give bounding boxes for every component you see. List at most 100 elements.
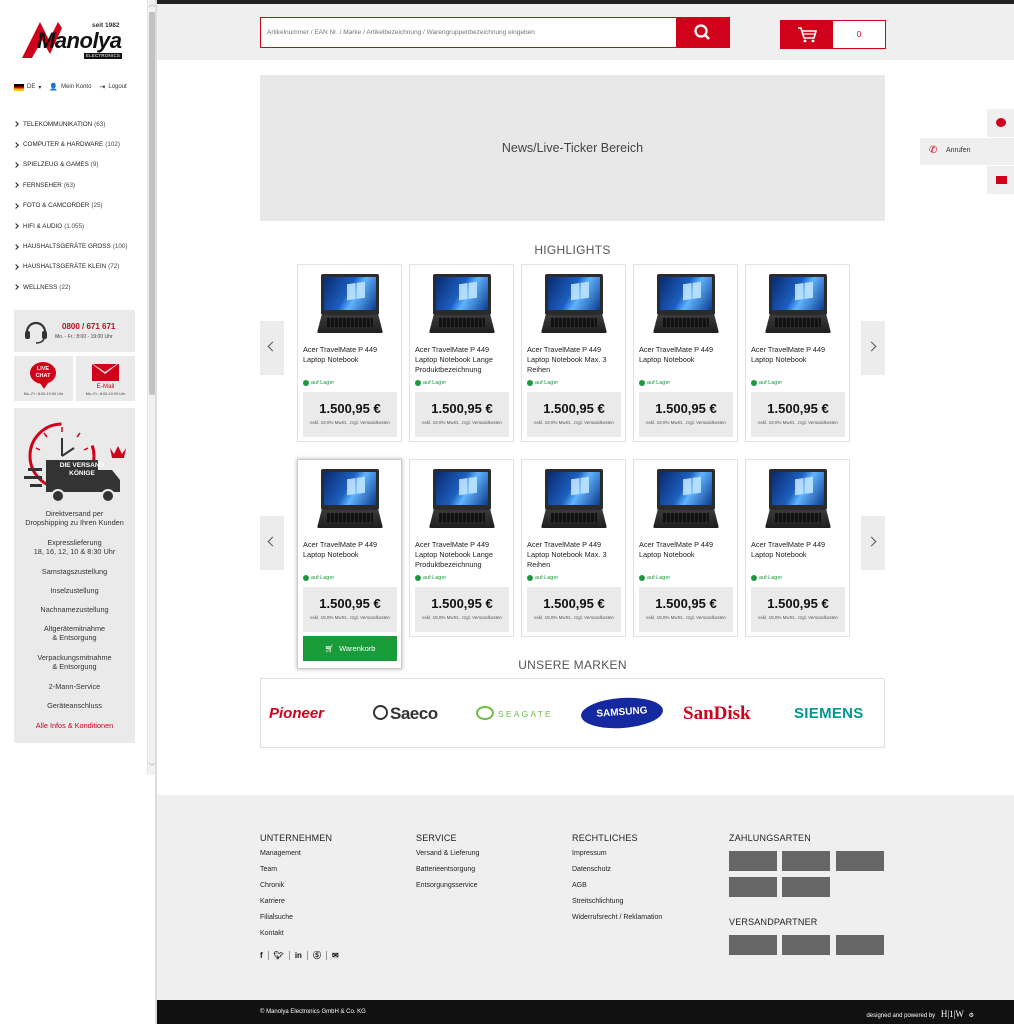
brand-logo-seagate[interactable]: SEAGATE (476, 703, 553, 725)
brand-logo-siemens[interactable]: SIEMENS (794, 703, 864, 725)
versand-line: Verpackungsmitnahme (37, 653, 112, 662)
user-icon: 👤 (49, 84, 59, 91)
footer-link-kontakt[interactable]: Kontakt (260, 930, 284, 937)
nav-item-wellness[interactable]: WELLNESS (22) (13, 277, 144, 297)
brand-logo-samsung[interactable]: SAMSUNG (580, 695, 664, 731)
livechat-button[interactable]: LIVE CHAT Mo.-Fr.: 8:00-19:00 Uhr (14, 356, 73, 401)
nav-item-count: (22) (59, 283, 71, 291)
product-title[interactable]: Acer TravelMate P 449 Laptop Notebook Ma… (527, 540, 623, 569)
brand-logo-saeco[interactable]: Saeco (373, 703, 438, 725)
footer-link-karriere[interactable]: Karriere (260, 898, 285, 905)
laptop-image[interactable] (765, 469, 831, 531)
carousel-prev-button[interactable] (260, 321, 284, 375)
product-card[interactable]: Acer TravelMate P 449 Laptop Notebook auf… (745, 264, 850, 442)
footer-link-streitschlichtung[interactable]: Streitschlichtung (572, 898, 623, 905)
product-card[interactable]: Acer TravelMate P 449 Laptop Notebook La… (409, 264, 514, 442)
product-title[interactable]: Acer TravelMate P 449 Laptop Notebook Ma… (527, 345, 623, 374)
carousel-prev-button[interactable] (260, 516, 284, 570)
my-account-link[interactable]: Mein Konto (61, 84, 91, 90)
nav-item-haushaltsgeraete-gross[interactable]: HAUSHALTSGERÄTE GROSS (100) (13, 236, 144, 256)
search-button[interactable] (676, 18, 729, 47)
floating-mail-button[interactable] (987, 166, 1014, 194)
product-title[interactable]: Acer TravelMate P 449 Laptop Notebook (303, 345, 399, 365)
chevron-down-icon[interactable]: ▾ (38, 84, 41, 91)
search-input[interactable] (261, 18, 676, 47)
laptop-image[interactable] (317, 274, 383, 336)
laptop-image[interactable] (653, 469, 719, 531)
laptop-image[interactable] (429, 469, 495, 531)
footer-heading: VERSANDPARTNER (729, 917, 818, 927)
product-title[interactable]: Acer TravelMate P 449 Laptop Notebook (751, 345, 847, 365)
product-card[interactable]: Acer TravelMate P 449 Laptop Notebook auf… (633, 459, 738, 637)
logout-link[interactable]: Logout (108, 84, 126, 90)
laptop-image[interactable] (541, 274, 607, 336)
product-title[interactable]: Acer TravelMate P 449 Laptop Notebook (751, 540, 847, 560)
email-button[interactable]: E-Mail Mo.-Fr.: 8:00-19:00 Uhr (76, 356, 135, 401)
footer-link-versand[interactable]: Versand & Lieferung (416, 850, 479, 857)
brand-logo-pioneer[interactable]: Pioneer (269, 703, 324, 725)
footer-link-batterie[interactable]: Batterieentsorgung (416, 866, 475, 873)
carousel-next-button[interactable] (861, 516, 885, 570)
product-title[interactable]: Acer TravelMate P 449 Laptop Notebook (639, 540, 735, 560)
laptop-image[interactable] (541, 469, 607, 531)
footer-link-agb[interactable]: AGB (572, 882, 587, 889)
laptop-image[interactable] (429, 274, 495, 336)
footer-link-team[interactable]: Team (260, 866, 277, 873)
nav-item-fernseher[interactable]: FERNSEHER (63) (13, 175, 144, 195)
chevron-right-icon (13, 202, 19, 209)
nav-item-spielzeug-games[interactable]: SPIELZEUG & GAMES (9) (13, 155, 144, 175)
footer-link-datenschutz[interactable]: Datenschutz (572, 866, 611, 873)
windows-logo-icon (347, 281, 365, 301)
nav-item-telekommunikation[interactable]: TELEKOMMUNIKATION (63) (13, 114, 144, 134)
footer-link-impressum[interactable]: Impressum (572, 850, 607, 857)
footer-link-management[interactable]: Management (260, 850, 301, 857)
skype-icon[interactable]: Ⓢ (308, 951, 327, 960)
versand-info-link[interactable]: Alle Infos & Konditionen (14, 721, 135, 730)
envelope-icon (92, 364, 119, 381)
product-title[interactable]: Acer TravelMate P 449 Laptop Notebook (303, 540, 399, 560)
nav-item-computer-hardware[interactable]: COMPUTER & HARDWARE (102) (13, 134, 144, 154)
footer-link-filialsuche[interactable]: Filialsuche (260, 914, 293, 921)
footer-link-entsorgung[interactable]: Entsorgungsservice (416, 882, 477, 889)
product-card[interactable]: Acer TravelMate P 449 Laptop Notebook auf… (745, 459, 850, 637)
laptop-image[interactable] (653, 274, 719, 336)
nav-item-hifi-audio[interactable]: HIFI & AUDIO (1.055) (13, 216, 144, 236)
cart-button[interactable]: 0 (780, 20, 886, 49)
language-select[interactable]: DE (27, 84, 35, 90)
nav-item-haushaltsgeraete-klein[interactable]: HAUSHALTSGERÄTE KLEIN (72) (13, 257, 144, 277)
floating-call-button[interactable]: ✆ Anrufen (920, 138, 1014, 165)
versand-line: Samstagszustellung (41, 567, 108, 576)
brand-logo-sandisk[interactable]: SanDisk (683, 703, 751, 725)
product-card[interactable]: Acer TravelMate P 449 Laptop Notebook La… (409, 459, 514, 637)
product-title[interactable]: Acer TravelMate P 449 Laptop Notebook La… (415, 540, 511, 569)
carousel-next-button[interactable] (861, 321, 885, 375)
product-card[interactable]: Acer TravelMate P 449 Laptop Notebook auf… (297, 264, 402, 442)
footer-link-widerruf[interactable]: Widerrufsrecht / Reklamation (572, 914, 662, 921)
floating-chat-button[interactable] (987, 109, 1014, 137)
powered-by[interactable]: designed and powered by H|1|W ⚙ (866, 1009, 974, 1019)
laptop-image[interactable] (765, 274, 831, 336)
product-price: 1.500,95 € (319, 401, 381, 416)
product-card[interactable]: Acer TravelMate P 449 Laptop Notebook Ma… (521, 459, 626, 637)
twitter-icon[interactable]: 🐦︎ (269, 951, 290, 960)
linkedin-icon[interactable]: in (290, 951, 308, 960)
product-title[interactable]: Acer TravelMate P 449 Laptop Notebook La… (415, 345, 511, 374)
footer-link-chronik[interactable]: Chronik (260, 882, 284, 889)
laptop-keyboard (429, 315, 495, 333)
stock-status: auf Lager (751, 380, 782, 386)
product-card[interactable]: Acer TravelMate P 449 Laptop Notebook auf… (297, 459, 402, 669)
product-card[interactable]: Acer TravelMate P 449 Laptop Notebook Ma… (521, 264, 626, 442)
facebook-icon[interactable]: f (260, 951, 269, 960)
versand-line: Inselzustellung (50, 586, 99, 595)
nav-item-foto-camcorder[interactable]: FOTO & CAMCORDER (25) (13, 196, 144, 216)
product-card[interactable]: Acer TravelMate P 449 Laptop Notebook auf… (633, 264, 738, 442)
mail-icon[interactable]: ✉ (327, 951, 344, 960)
price-box: 1.500,95 € exkl. 19,0% MwSt., zzgl. Versa… (527, 392, 621, 437)
laptop-image[interactable] (317, 469, 383, 531)
price-box: 1.500,95 € exkl. 19,0% MwSt., zzgl. Versa… (415, 392, 509, 437)
hotline-box[interactable]: 0800 / 671 671 Mo. - Fr.: 8:00 - 19:00 U… (14, 310, 135, 352)
german-flag-icon[interactable] (14, 83, 24, 91)
product-title[interactable]: Acer TravelMate P 449 Laptop Notebook (639, 345, 735, 365)
laptop-screen (769, 469, 827, 510)
copyright: © Manolya Electronics GmbH & Co. KG (260, 1009, 366, 1015)
